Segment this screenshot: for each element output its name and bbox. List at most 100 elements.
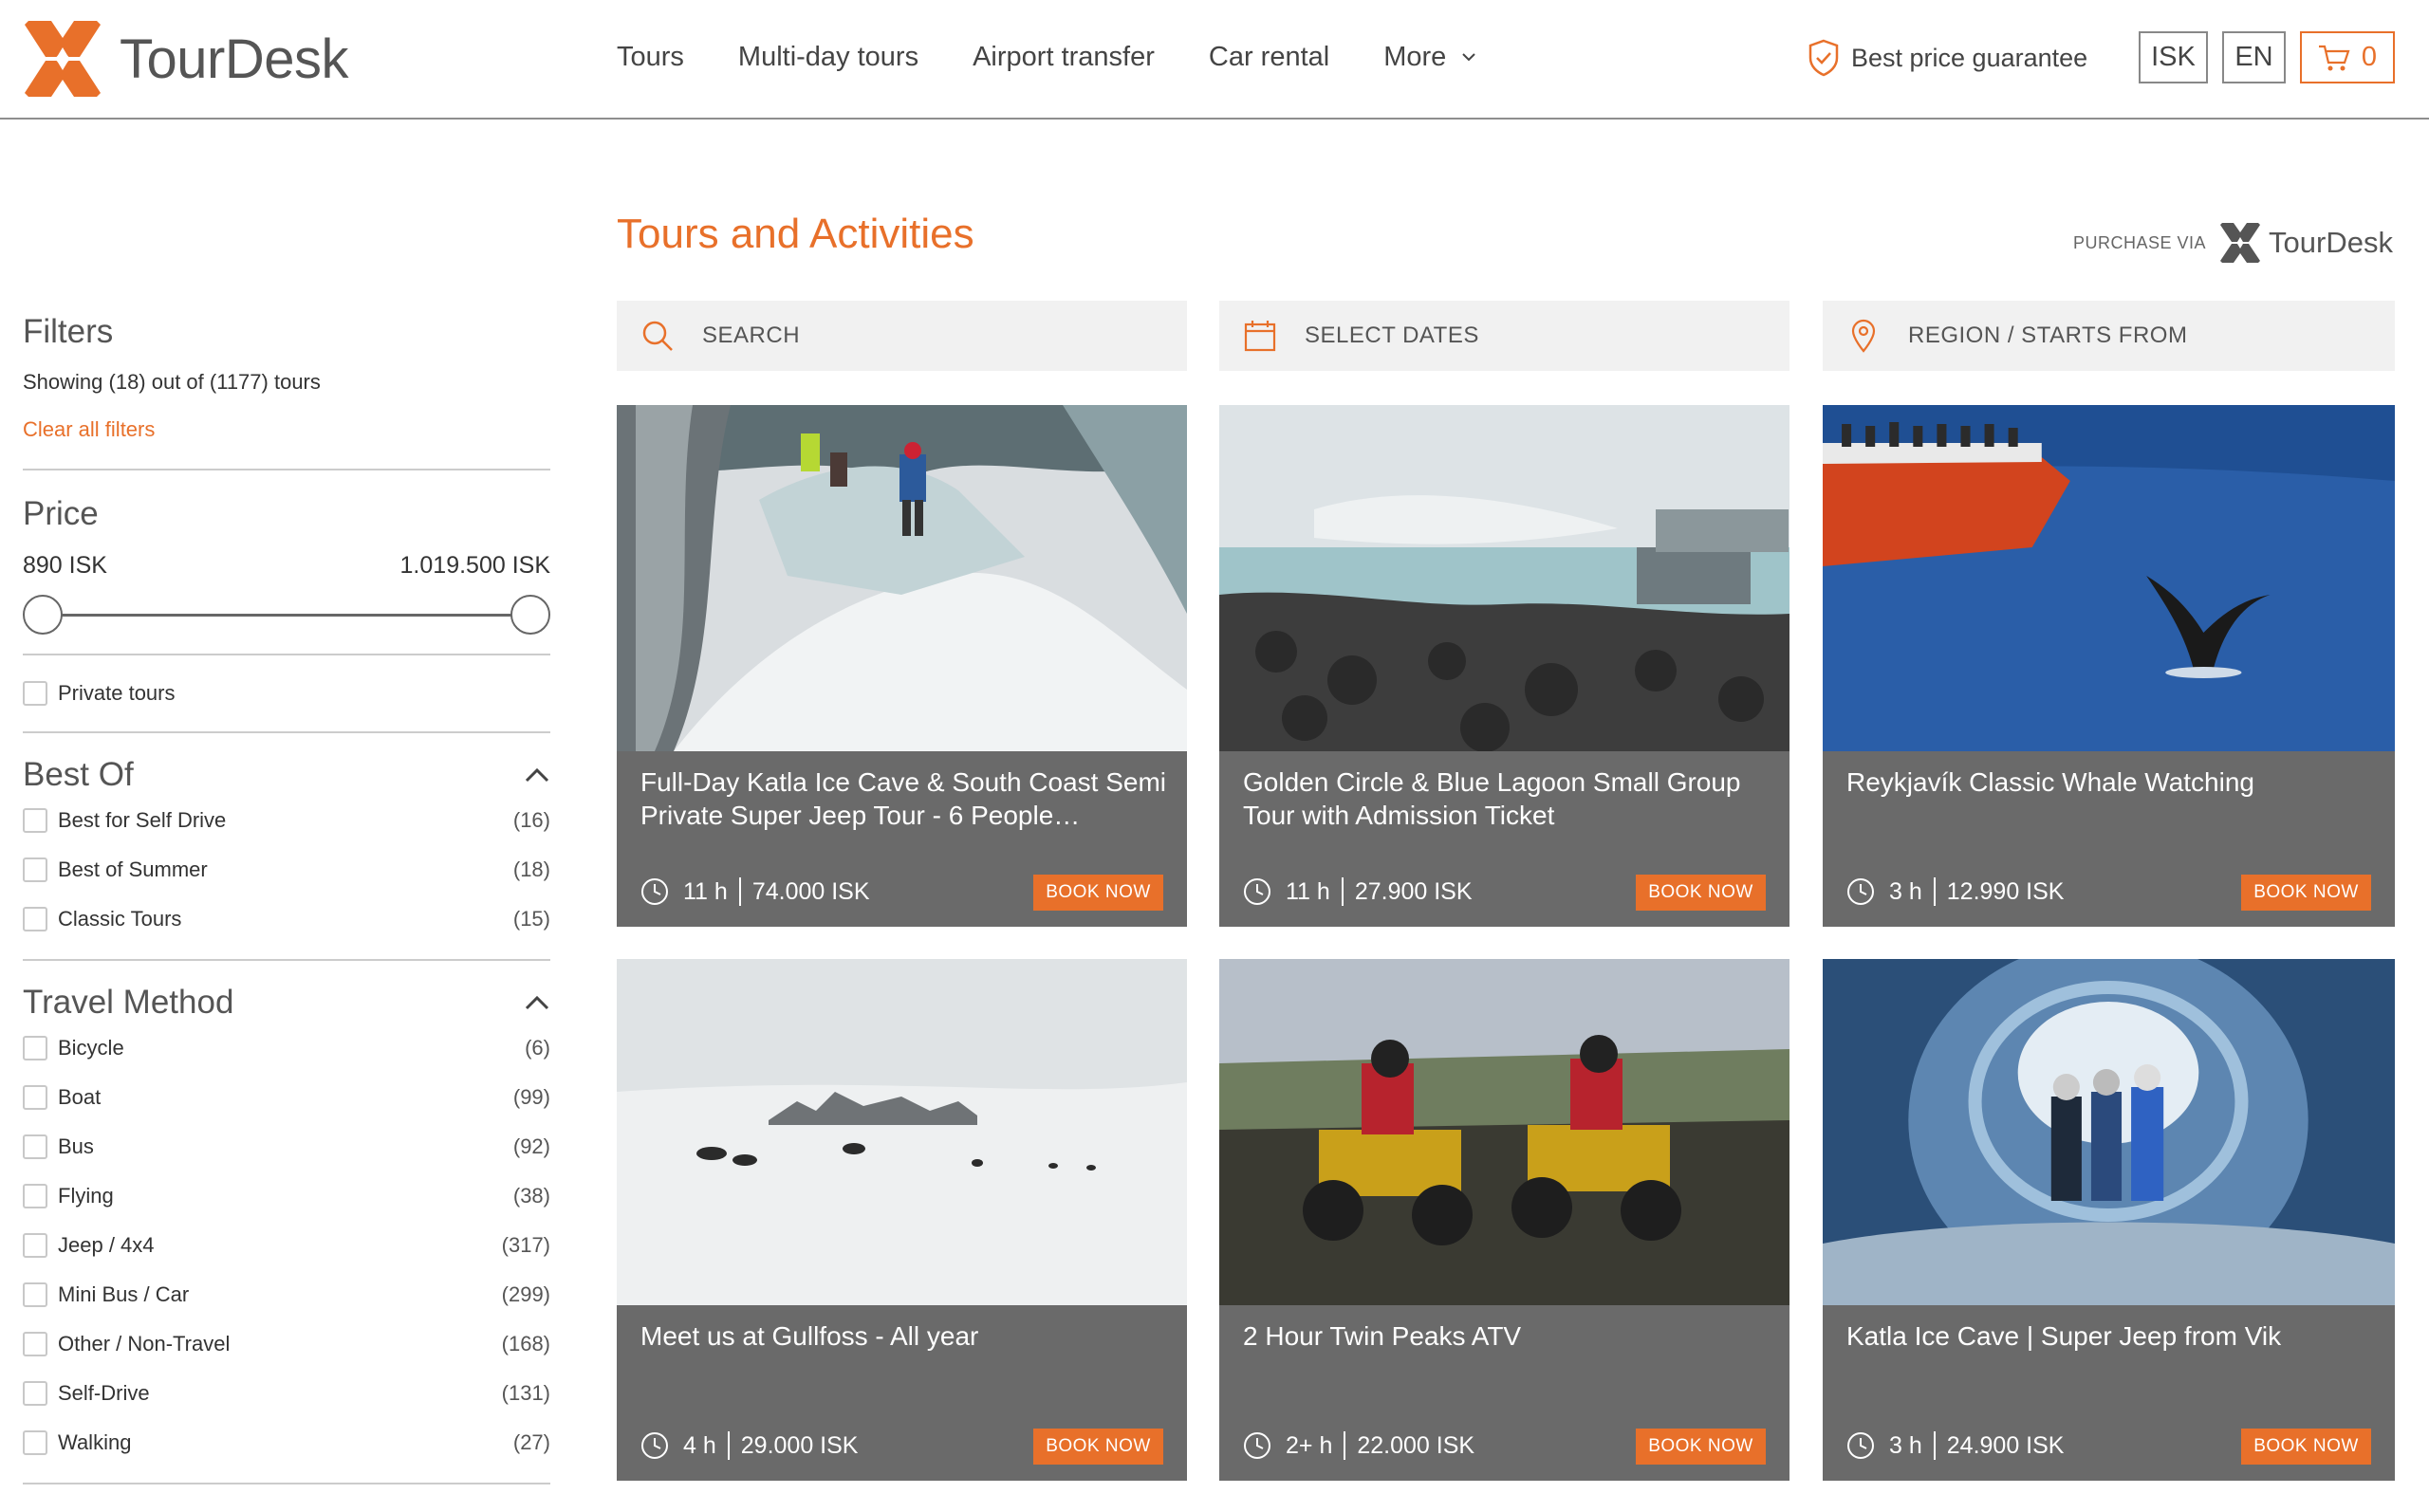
tour-title[interactable]: Golden Circle & Blue Lagoon Small Group … xyxy=(1243,765,1770,832)
tour-card[interactable]: Meet us at Gullfoss - All year 4 h 29.00… xyxy=(617,959,1187,1481)
tour-card[interactable]: Full-Day Katla Ice Cave & South Coast Se… xyxy=(617,405,1187,927)
tourdesk-mark-icon xyxy=(2220,223,2261,263)
book-now-button[interactable]: BOOK NOW xyxy=(2241,1429,2371,1465)
nav-car-rental[interactable]: Car rental xyxy=(1209,42,1329,73)
tour-image-blue-ice-cave[interactable] xyxy=(1823,959,2395,1305)
checkbox[interactable] xyxy=(23,907,47,931)
checkbox[interactable] xyxy=(23,681,47,706)
tour-duration: 11 h xyxy=(1286,877,1330,905)
filter-count: (6) xyxy=(525,1036,550,1060)
tour-card[interactable]: Reykjavík Classic Whale Watching 3 h 12.… xyxy=(1823,405,2395,927)
clock-icon xyxy=(1847,878,1874,905)
nav-multi-day-tours[interactable]: Multi-day tours xyxy=(738,42,918,73)
book-now-button[interactable]: BOOK NOW xyxy=(1636,875,1766,911)
language-button[interactable]: EN xyxy=(2222,31,2286,83)
checkbox[interactable] xyxy=(23,808,47,833)
checkbox[interactable] xyxy=(23,857,47,882)
book-now-button[interactable]: BOOK NOW xyxy=(2241,875,2371,911)
filter-classic-tours[interactable]: Classic Tours (15) xyxy=(23,904,550,934)
clear-filters-link[interactable]: Clear all filters xyxy=(23,417,155,442)
search-icon xyxy=(642,321,673,351)
meta-separator xyxy=(1344,1431,1346,1460)
price-slider-track xyxy=(42,614,531,617)
checkbox[interactable] xyxy=(23,1282,47,1307)
filter-self-drive[interactable]: Self-Drive (131) xyxy=(23,1378,550,1409)
tour-card[interactable]: Katla Ice Cave | Super Jeep from Vik 3 h… xyxy=(1823,959,2395,1481)
main-nav: Tours Multi-day tours Airport transfer C… xyxy=(617,0,1530,114)
book-now-button[interactable]: BOOK NOW xyxy=(1033,1429,1163,1465)
tour-meta: 2+ h 22.000 ISK xyxy=(1243,1427,1474,1465)
filters-sidebar: Filters Showing (18) out of (1177) tours… xyxy=(23,313,550,1484)
tour-title[interactable]: 2 Hour Twin Peaks ATV xyxy=(1243,1319,1770,1353)
filter-walking[interactable]: Walking (27) xyxy=(23,1428,550,1458)
price-slider[interactable] xyxy=(23,595,550,635)
best-of-title: Best Of xyxy=(23,756,134,793)
checkbox[interactable] xyxy=(23,1332,47,1356)
nav-airport-transfer[interactable]: Airport transfer xyxy=(973,42,1155,73)
tour-title[interactable]: Katla Ice Cave | Super Jeep from Vik xyxy=(1846,1319,2373,1353)
tour-duration: 2+ h xyxy=(1286,1431,1333,1459)
price-slider-min-handle[interactable] xyxy=(23,595,63,635)
filter-bus[interactable]: Bus (92) xyxy=(23,1132,550,1162)
tour-card[interactable]: Golden Circle & Blue Lagoon Small Group … xyxy=(1219,405,1789,927)
clock-icon xyxy=(1244,1432,1270,1459)
filter-count: (27) xyxy=(512,1430,550,1454)
checkbox[interactable] xyxy=(23,1430,47,1455)
tour-title[interactable]: Full-Day Katla Ice Cave & South Coast Se… xyxy=(640,765,1167,832)
book-now-button[interactable]: BOOK NOW xyxy=(1636,1429,1766,1465)
filter-private-tours[interactable]: Private tours xyxy=(23,678,550,709)
filter-count: (16) xyxy=(512,808,550,832)
tour-image-ice-cave-hikers[interactable] xyxy=(617,405,1187,751)
cart-button[interactable]: 0 xyxy=(2300,31,2395,83)
checkbox[interactable] xyxy=(23,1085,47,1110)
checkbox[interactable] xyxy=(23,1184,47,1208)
checkbox[interactable] xyxy=(23,1134,47,1159)
tour-meta: 3 h 24.900 ISK xyxy=(1846,1427,2064,1465)
checkbox[interactable] xyxy=(23,1381,47,1406)
purchase-via: PURCHASE VIA TourDesk xyxy=(2073,222,2393,264)
tour-title[interactable]: Reykjavík Classic Whale Watching xyxy=(1846,765,2373,799)
meta-separator xyxy=(1933,1431,1936,1460)
meta-separator xyxy=(1933,877,1936,906)
price-max: 1.019.500 ISK xyxy=(399,552,550,579)
tour-title[interactable]: Meet us at Gullfoss - All year xyxy=(640,1319,1167,1353)
tour-image-atv-riders[interactable] xyxy=(1219,959,1789,1305)
nav-more[interactable]: More xyxy=(1383,42,1476,73)
nav-tours[interactable]: Tours xyxy=(617,42,684,73)
tour-price: 27.900 ISK xyxy=(1354,877,1473,905)
filter-label: Classic Tours xyxy=(58,907,182,931)
filter-label: Private tours xyxy=(58,681,176,705)
best-price-guarantee[interactable]: Best price guarantee xyxy=(1808,34,2087,82)
travel-method-header[interactable]: Travel Method xyxy=(23,984,550,1022)
filter-boat[interactable]: Boat (99) xyxy=(23,1082,550,1113)
filter-count: (15) xyxy=(512,907,550,931)
filter-other-non-travel[interactable]: Other / Non-Travel (168) xyxy=(23,1329,550,1359)
filter-best-for-self-drive[interactable]: Best for Self Drive (16) xyxy=(23,805,550,836)
checkbox[interactable] xyxy=(23,1036,47,1060)
tour-meta: 11 h 27.900 ISK xyxy=(1243,873,1473,911)
filter-best-of-summer[interactable]: Best of Summer (18) xyxy=(23,855,550,885)
region-input[interactable]: REGION / STARTS FROM xyxy=(1823,301,2395,371)
tour-price: 74.000 ISK xyxy=(751,877,870,905)
tour-image-whale-tail-boat[interactable] xyxy=(1823,405,2395,751)
search-input[interactable]: SEARCH xyxy=(617,301,1187,371)
tourdesk-logo[interactable]: TourDesk xyxy=(23,19,348,99)
tour-image-snowmobiles-glacier[interactable] xyxy=(617,959,1187,1305)
price-slider-max-handle[interactable] xyxy=(510,595,550,635)
price-min: 890 ISK xyxy=(23,552,107,579)
divider xyxy=(23,654,550,655)
filter-mini-bus-car[interactable]: Mini Bus / Car (299) xyxy=(23,1280,550,1310)
select-dates-input[interactable]: SELECT DATES xyxy=(1219,301,1789,371)
tour-image-blue-lagoon[interactable] xyxy=(1219,405,1789,751)
filter-count: (38) xyxy=(512,1184,550,1208)
chevron-up-icon xyxy=(525,995,549,1010)
currency-button[interactable]: ISK xyxy=(2139,31,2208,83)
book-now-button[interactable]: BOOK NOW xyxy=(1033,875,1163,911)
checkbox[interactable] xyxy=(23,1233,47,1258)
filter-bicycle[interactable]: Bicycle (6) xyxy=(23,1033,550,1063)
best-of-header[interactable]: Best Of xyxy=(23,756,550,794)
filter-jeep-4x4[interactable]: Jeep / 4x4 (317) xyxy=(23,1230,550,1261)
tour-card[interactable]: 2 Hour Twin Peaks ATV 2+ h 22.000 ISK BO… xyxy=(1219,959,1789,1481)
filter-flying[interactable]: Flying (38) xyxy=(23,1181,550,1211)
tour-price: 24.900 ISK xyxy=(1946,1431,2065,1459)
